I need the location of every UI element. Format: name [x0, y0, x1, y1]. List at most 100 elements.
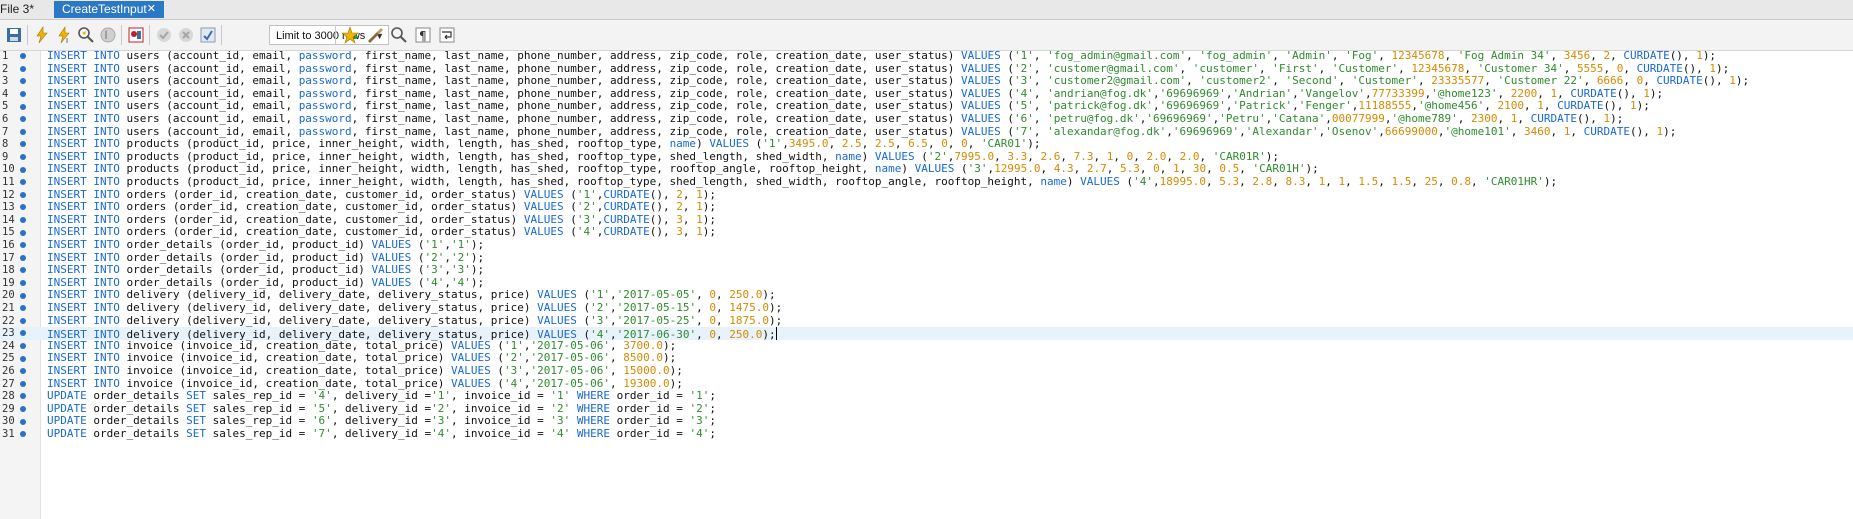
statement-marker-icon [20, 191, 26, 198]
find-icon[interactable] [390, 26, 408, 44]
statement-marker-icon [20, 128, 26, 135]
statement-marker-icon [20, 217, 26, 224]
line-number: 17 [2, 251, 15, 264]
line-number: 22 [2, 314, 15, 327]
line-number: 14 [2, 213, 15, 226]
code-line[interactable]: 16 INSERT INTO order_details (order_id, p… [0, 238, 1853, 252]
statement-marker-icon [20, 103, 26, 110]
close-icon[interactable]: ✕ [147, 1, 156, 18]
code-line[interactable]: 18 INSERT INTO order_details (order_id, p… [0, 263, 1853, 277]
statement-marker-icon [20, 141, 26, 148]
statement-marker-icon [20, 242, 26, 249]
svg-text:I: I [66, 37, 68, 44]
toolbar-separator [335, 25, 336, 45]
code-line[interactable]: 31 UPDATE order_details SET sales_rep_id … [0, 427, 1853, 441]
commit-icon[interactable] [155, 26, 173, 44]
code-line[interactable]: 11 INSERT INTO products (product_id, pric… [0, 175, 1853, 189]
toolbar-separator [149, 25, 150, 45]
statement-marker-icon [20, 179, 26, 186]
tab-label: CreateTestInput [62, 2, 147, 16]
text-cursor [775, 327, 777, 341]
statement-marker-icon [20, 418, 26, 425]
code-text: INSERT INTO products (product_id, price,… [47, 175, 1558, 188]
line-number: 25 [2, 352, 15, 365]
line-number: 4 [2, 87, 9, 100]
line-number: 5 [2, 100, 9, 113]
code-line[interactable]: 22 INSERT INTO delivery (delivery_id, del… [0, 314, 1853, 328]
code-line[interactable]: 26 INSERT INTO invoice (invoice_id, creat… [0, 364, 1853, 378]
statement-marker-icon [20, 431, 26, 438]
code-line[interactable]: 1 INSERT INTO users (account_id, email, p… [0, 49, 1853, 63]
line-number: 16 [2, 239, 15, 251]
statement-marker-icon [20, 91, 26, 98]
line-number: 29 [2, 402, 15, 415]
autocommit-icon[interactable] [199, 26, 217, 44]
save-icon[interactable] [5, 26, 23, 44]
code-line[interactable]: 13 INSERT INTO orders (order_id, creation… [0, 200, 1853, 214]
line-number: 1 [2, 50, 9, 62]
line-number: 2 [2, 62, 9, 75]
line-number: 18 [2, 264, 15, 277]
statement-marker-icon [20, 317, 26, 324]
statement-marker-icon [20, 78, 26, 85]
execute-current-icon[interactable]: I [55, 26, 73, 44]
line-number: 10 [2, 163, 15, 176]
code-line[interactable]: 21 INSERT INTO delivery (delivery_id, del… [0, 301, 1853, 315]
line-number: 26 [2, 365, 15, 377]
line-number: 30 [2, 415, 15, 428]
wrap-icon[interactable] [438, 26, 456, 44]
statement-marker-icon [20, 254, 26, 261]
line-number: 19 [2, 276, 15, 289]
invisible-chars-icon[interactable]: ¶ [414, 26, 432, 44]
tab-create-test-input[interactable]: CreateTestInput ✕ [54, 1, 164, 18]
code-text: UPDATE order_details SET sales_rep_id = … [47, 427, 716, 440]
line-number: 8 [2, 138, 9, 151]
code-line[interactable]: 28 UPDATE order_details SET sales_rep_id … [0, 389, 1853, 403]
statement-marker-icon [20, 355, 26, 362]
beautify-icon[interactable] [366, 26, 384, 44]
statement-marker-icon [20, 330, 26, 337]
statement-marker-icon [20, 65, 26, 72]
statement-marker-icon [20, 53, 26, 60]
sql-editor-toolbar: I Limit to 3000 rows ▼ ¶ [0, 20, 1853, 51]
line-number: 3 [2, 75, 9, 88]
statement-marker-icon [20, 116, 26, 123]
statement-marker-icon [20, 229, 26, 236]
explain-icon[interactable] [77, 26, 95, 44]
tab-file-3[interactable]: File 3* [0, 1, 40, 18]
code-text: INSERT INTO users (account_id, email, pa… [47, 49, 1717, 62]
statement-marker-icon [20, 368, 26, 375]
code-line[interactable]: 8 INSERT INTO products (product_id, price… [0, 137, 1853, 151]
statement-marker-icon [20, 393, 26, 400]
statement-marker-icon [20, 154, 26, 161]
bookmark-icon[interactable] [341, 26, 359, 44]
line-number: 28 [2, 390, 15, 403]
line-number: 31 [2, 428, 15, 440]
line-number: 23 [2, 327, 15, 340]
line-number: 15 [2, 226, 15, 239]
toolbar-separator [221, 25, 222, 45]
line-number: 12 [2, 188, 15, 201]
line-number: 11 [2, 176, 15, 188]
execute-icon[interactable] [33, 26, 51, 44]
line-number: 20 [2, 289, 15, 302]
line-number: 27 [2, 377, 15, 390]
statement-marker-icon [20, 305, 26, 312]
rollback-icon[interactable] [177, 26, 195, 44]
statement-marker-icon [20, 343, 26, 350]
sql-editor[interactable]: 1 INSERT INTO users (account_id, email, p… [0, 49, 1853, 519]
line-number: 9 [2, 150, 9, 163]
line-number: 24 [2, 339, 15, 352]
statement-marker-icon [20, 406, 26, 413]
statement-marker-icon [20, 292, 26, 299]
line-number: 21 [2, 302, 15, 314]
tab-bar: File 3* CreateTestInput ✕ [0, 0, 1853, 20]
statement-marker-icon [20, 280, 26, 287]
toggle-continue-icon[interactable] [127, 26, 145, 44]
statement-marker-icon [20, 267, 26, 274]
code-line[interactable]: 6 INSERT INTO users (account_id, email, p… [0, 112, 1853, 126]
statement-marker-icon [20, 204, 26, 211]
code-line[interactable]: 23 INSERT INTO delivery (delivery_id, del… [0, 327, 1853, 341]
toolbar-separator [27, 25, 28, 45]
stop-icon[interactable] [99, 26, 117, 44]
